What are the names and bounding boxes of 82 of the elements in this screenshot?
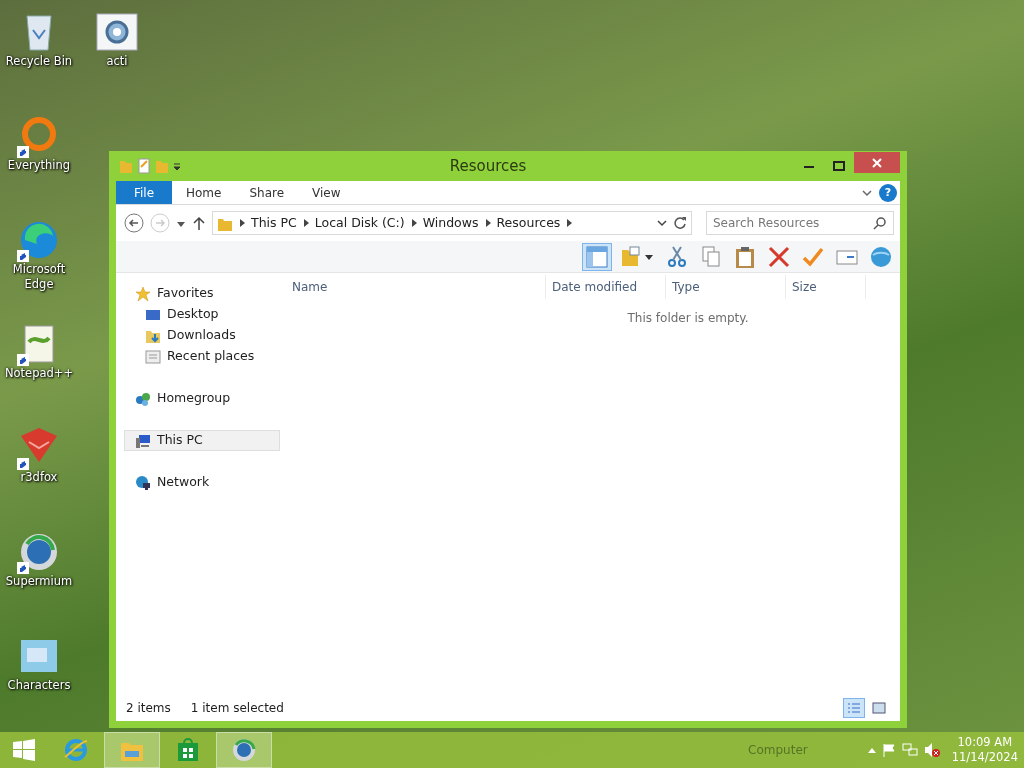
close-button[interactable] — [854, 151, 900, 173]
column-header[interactable]: Size — [786, 275, 866, 299]
breadcrumb-link[interactable]: This PC — [251, 213, 297, 233]
folder-icon — [155, 158, 169, 174]
taskbar-label: Computer — [748, 742, 808, 759]
window-title: Resources — [448, 155, 528, 177]
icon-label: Everything — [7, 158, 71, 173]
shopping-bag-icon — [175, 737, 201, 763]
breadcrumb-link[interactable]: Local Disk (C:) — [314, 213, 405, 233]
search-icon — [873, 216, 887, 230]
folder-icon — [119, 158, 133, 174]
layout-pane-icon — [585, 244, 609, 269]
icon-label: Recycle Bin — [5, 54, 73, 69]
icon-label: r3dfox — [20, 470, 58, 485]
computer-icon — [135, 432, 151, 449]
network-icon — [135, 474, 151, 491]
nav-item[interactable]: Recent places — [134, 346, 290, 367]
ribbon-tab[interactable]: Home — [172, 181, 236, 204]
chevron-icon — [302, 219, 309, 227]
icon-label: Characters — [7, 678, 71, 693]
homegroup-icon — [135, 390, 151, 407]
minimize-icon — [804, 164, 814, 168]
icon-label: acti — [106, 54, 128, 69]
chevron-icon — [239, 219, 245, 227]
icon-label: Microsoft Edge — [11, 262, 67, 292]
nav-item[interactable]: Favorites — [124, 283, 280, 304]
document-icon — [136, 158, 152, 174]
star-icon — [135, 285, 151, 302]
ribbon-tab[interactable]: Share — [235, 181, 299, 204]
taskbar-app[interactable] — [216, 732, 272, 768]
clock-date: 11/14/2024 — [951, 750, 1018, 765]
flag-icon — [881, 743, 896, 757]
refresh-icon — [673, 216, 687, 230]
icon-label: Supermium — [5, 574, 73, 589]
nav-item[interactable]: Homegroup — [124, 388, 280, 409]
chevron-icon — [484, 219, 491, 227]
column-header[interactable]: Type — [666, 275, 786, 299]
selection-count: 1 item selected — [190, 700, 284, 717]
browser-e-icon — [63, 737, 89, 763]
toolbar-button[interactable] — [582, 242, 612, 271]
close-icon — [872, 157, 882, 168]
dropdown-chevron-icon — [657, 219, 667, 227]
address-bar[interactable]: This PC Local Disk (C:) Windows Resources — [212, 211, 692, 235]
column-header[interactable]: Date modified — [546, 275, 666, 299]
large-icons-view-icon — [872, 702, 886, 714]
chevron-icon — [410, 219, 417, 227]
forward-button[interactable] — [150, 213, 170, 233]
back-button[interactable] — [124, 213, 144, 233]
copy-icon — [699, 244, 723, 269]
clock-time: 10:09 AM — [956, 735, 1014, 750]
help-button[interactable]: ? — [879, 183, 897, 202]
breadcrumb-link[interactable]: Resources — [496, 213, 561, 233]
ribbon-tab[interactable]: View — [298, 181, 355, 204]
gear-icon — [95, 10, 139, 54]
taskbar-app[interactable] — [104, 732, 160, 768]
nav-item[interactable]: This PC — [124, 430, 280, 451]
column-header[interactable]: Name — [286, 275, 546, 299]
nav-item[interactable]: Network — [124, 472, 280, 493]
globe-icon — [231, 737, 257, 763]
delete-icon — [767, 244, 791, 269]
empty-folder-message: This folder is empty. — [626, 310, 750, 327]
details-view-button[interactable] — [843, 698, 865, 718]
maximize-icon — [833, 161, 845, 171]
muted-speaker-icon — [923, 742, 940, 758]
recent-places-icon — [145, 348, 161, 365]
up-button[interactable] — [192, 215, 206, 231]
details-view-icon — [847, 702, 861, 714]
nav-item[interactable]: Downloads — [134, 325, 290, 346]
icon-label: Notepad++ — [4, 366, 74, 381]
item-count: 2 items — [126, 700, 171, 717]
chevron-up-icon — [867, 747, 876, 753]
breadcrumb-link[interactable]: Windows — [422, 213, 479, 233]
nav-item[interactable]: Desktop — [134, 304, 290, 325]
ribbon-tab[interactable]: File — [116, 181, 172, 204]
up-arrow-icon — [192, 215, 206, 231]
network-icon — [901, 743, 918, 757]
chevron-icon — [566, 219, 573, 227]
scissors-icon — [665, 244, 689, 269]
windows-logo-icon — [13, 739, 35, 761]
globe-icon — [869, 244, 893, 269]
search-field[interactable]: Search Resources — [706, 211, 894, 235]
clipboard-icon — [733, 244, 757, 269]
